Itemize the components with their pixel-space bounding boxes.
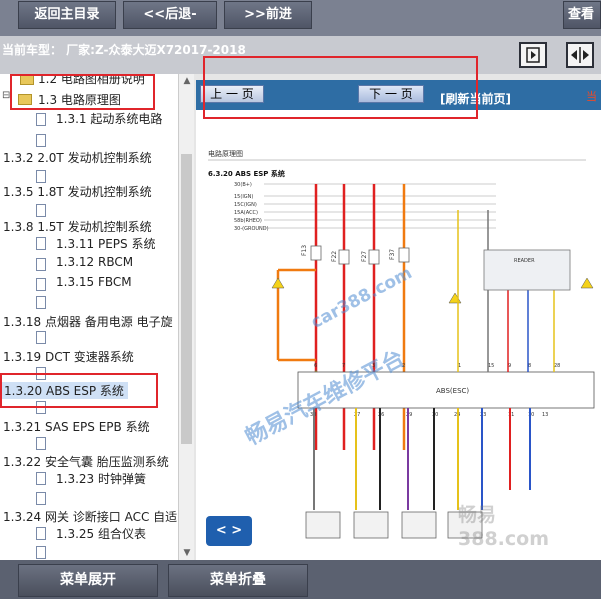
reader-module-label: READER (514, 258, 535, 264)
top-toolbar: 返回主目录 <<后退- >>前进 查看 (0, 0, 601, 36)
svg-text:F13: F13 (301, 245, 308, 256)
tree-item[interactable]: 1.3.25 组合仪表 (56, 525, 146, 542)
menu-tree: 1.2 电路图相册说明 ⊟ 1.3 电路原理图 1.3.1 起动系统电路 1.3… (0, 74, 194, 560)
document-icon (36, 492, 46, 505)
diagram-title: 6.3.20 ABS ESP 系统 (208, 169, 285, 178)
tree-item[interactable]: 1.3.24 网关 诊断接口 ACC 自适 (3, 508, 177, 525)
svg-text:F37: F37 (389, 249, 396, 260)
document-icon (36, 296, 46, 309)
svg-text:15A(ACC): 15A(ACC) (234, 210, 258, 216)
back-button[interactable]: <<后退- (123, 1, 217, 29)
svg-text:F22: F22 (331, 251, 338, 262)
document-icon (36, 278, 46, 291)
tree-item[interactable]: 1.3.1 起动系统电路 (56, 110, 162, 127)
svg-text:15C(IGN): 15C(IGN) (234, 202, 257, 208)
highlight-box (203, 56, 478, 119)
document-icon (36, 134, 46, 147)
svg-text:15: 15 (488, 363, 494, 369)
svg-text:28: 28 (554, 363, 560, 369)
document-icon (36, 331, 46, 344)
svg-text:58b(RHEO): 58b(RHEO) (234, 218, 262, 224)
page-nav-arrows-button[interactable]: < > (206, 516, 252, 546)
tree-item[interactable]: 1.3.5 1.8T 发动机控制系统 (3, 183, 152, 200)
tree-item[interactable]: 1.3.8 1.5T 发动机控制系统 (3, 218, 152, 235)
svg-text:13: 13 (542, 412, 548, 418)
wheel-sensor-boxes (305, 511, 483, 539)
circuit-diagram: 电路原理图 6.3.20 ABS ESP 系统 30(B+) 15(IGN) 1… (208, 149, 595, 539)
document-icon (36, 527, 46, 540)
tree-item[interactable]: 1.3.23 时钟弹簧 (56, 470, 146, 487)
tree-item[interactable]: 1.3.15 FBCM (56, 275, 132, 289)
highlight-box (0, 373, 158, 408)
pin-numbers-bottom: 30 27 26 29 30 24 23 11 10 13 (310, 412, 548, 418)
tree-item[interactable]: 1.3.2 2.0T 发动机控制系统 (3, 149, 152, 166)
svg-text:30(B+): 30(B+) (234, 182, 252, 188)
scroll-up-icon[interactable]: ▲ (179, 74, 195, 88)
tree-item[interactable]: 1.3.12 RBCM (56, 255, 133, 269)
forward-button[interactable]: >>前进 (224, 1, 312, 29)
svg-text:10: 10 (528, 412, 534, 418)
svg-text:6: 6 (314, 363, 317, 369)
bottom-toolbar: 菜单展开 菜单折叠 (0, 560, 601, 599)
abs-module-label: ABS(ESC) (436, 387, 469, 395)
tree-item[interactable]: 1.3.22 安全气囊 胎压监测系统 (3, 453, 169, 470)
toggle-panel-button[interactable] (519, 42, 547, 68)
svg-text:F27: F27 (361, 251, 368, 262)
svg-text:30: 30 (432, 412, 438, 418)
document-icon (36, 437, 46, 450)
split-arrows-icon (571, 47, 589, 63)
watermark: 畅易 (458, 504, 497, 526)
svg-text:29: 29 (406, 412, 412, 418)
document-icon (36, 546, 46, 559)
svg-text:30-(GROUND): 30-(GROUND) (234, 226, 269, 232)
document-icon (36, 258, 46, 271)
view-button[interactable]: 查看 (563, 1, 601, 29)
watermark: 388.com (458, 528, 549, 550)
tree-item[interactable]: 1.3.11 PEPS 系统 (56, 235, 155, 252)
svg-text:23: 23 (480, 412, 486, 418)
scroll-down-icon[interactable]: ▼ (179, 546, 195, 560)
svg-text:26: 26 (378, 412, 384, 418)
document-icon (36, 237, 46, 250)
reader-module-box (483, 249, 571, 291)
svg-text:11: 11 (508, 412, 514, 418)
expand-menu-button[interactable]: 菜单展开 (18, 564, 158, 597)
highlight-box (10, 74, 155, 110)
tree-item[interactable]: 1.3.19 DCT 变速器系统 (3, 348, 134, 365)
document-icon (36, 204, 46, 217)
svg-text:27: 27 (354, 412, 360, 418)
truncated-note: 当 (586, 90, 597, 103)
power-bus-lines: 30(B+) 15(IGN) 15C(IGN) 15A(ACC) 58b(RHE… (234, 182, 269, 232)
document-icon (36, 472, 46, 485)
document-icon (36, 113, 46, 126)
diagram-viewer: 上 一 页 下 一 页 [刷新当前页] 当 电路原理图 6.3.20 ABS E… (196, 80, 601, 560)
scroll-thumb[interactable] (181, 154, 192, 444)
document-icon (36, 170, 46, 183)
sidebar-scrollbar[interactable]: ▲ ▼ (178, 74, 194, 560)
back-to-main-button[interactable]: 返回主目录 (18, 1, 116, 29)
panel-arrow-icon (526, 47, 540, 63)
split-view-button[interactable] (566, 42, 594, 68)
diagram-header: 电路原理图 (208, 149, 243, 158)
tree-item[interactable]: 1.3.18 点烟器 备用电源 电子旋 (3, 313, 173, 330)
svg-text:15(IGN): 15(IGN) (234, 194, 253, 200)
collapse-menu-button[interactable]: 菜单折叠 (168, 564, 308, 597)
tree-item[interactable]: 1.3.21 SAS EPS EPB 系统 (3, 418, 150, 435)
